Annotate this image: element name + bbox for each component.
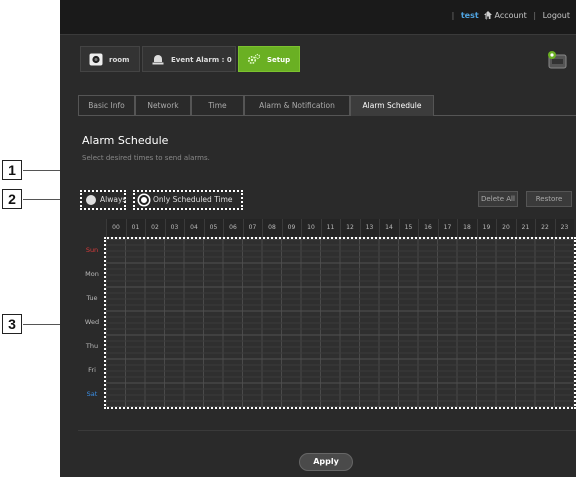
- callout-1: 1: [2, 160, 22, 180]
- hour-label: 21: [515, 219, 535, 237]
- always-label: Always: [100, 195, 127, 204]
- hour-label: 23: [554, 219, 574, 237]
- schedule-grid: 00 01 02 03 04 05 06 07 08 09 10 11 12 13 14 15 16 17 18 19…: [78, 219, 576, 409]
- day-label-tue: Tue: [86, 294, 98, 302]
- settings-tabs: Basic Info Network Time Alarm & Notifica…: [78, 95, 576, 116]
- hour-label: 11: [320, 219, 340, 237]
- tab-alarm-notification[interactable]: Alarm & Notification: [244, 95, 350, 115]
- hour-label: 01: [125, 219, 145, 237]
- gear-icon: [247, 53, 261, 65]
- day-label-wed: Wed: [84, 318, 100, 326]
- only-scheduled-radio-circle: [139, 195, 149, 205]
- only-scheduled-label: Only Scheduled Time: [153, 195, 233, 204]
- hour-label: 05: [203, 219, 223, 237]
- day-label-sat: Sat: [86, 390, 98, 398]
- top-separator: |: [485, 11, 488, 20]
- brand-logo-icon: [548, 51, 567, 69]
- hour-label: 02: [145, 219, 164, 237]
- always-option-highlight: Always: [80, 190, 126, 210]
- hour-label: 10: [301, 219, 320, 237]
- top-separator: |: [533, 11, 537, 20]
- setup-label: Setup: [267, 56, 291, 64]
- hour-label: 08: [262, 219, 281, 237]
- apply-button[interactable]: Apply: [299, 453, 353, 471]
- tab-basic-info[interactable]: Basic Info: [78, 95, 135, 115]
- hour-label: 06: [223, 219, 242, 237]
- hour-label: 12: [340, 219, 359, 237]
- day-label-mon: Mon: [85, 270, 99, 278]
- footer-divider: [78, 430, 576, 431]
- day-label-sun: Sun: [85, 246, 99, 254]
- hour-label: 09: [281, 219, 301, 237]
- setup-button[interactable]: Setup: [238, 46, 300, 72]
- tab-alarm-schedule[interactable]: Alarm Schedule: [350, 95, 434, 116]
- hour-label: 13: [359, 219, 379, 237]
- camera-bar: room Event Alarm : 0 Setup: [74, 46, 574, 74]
- hour-label: 04: [184, 219, 203, 237]
- tab-network[interactable]: Network: [135, 95, 191, 115]
- hour-label: 14: [379, 219, 398, 237]
- hour-label: 16: [418, 219, 437, 237]
- hour-label: 17: [437, 219, 457, 237]
- account-link[interactable]: Account: [495, 11, 527, 20]
- day-label-fri: Fri: [88, 366, 96, 374]
- restore-button[interactable]: Restore: [526, 191, 572, 207]
- alarm-bell-icon: [152, 55, 164, 65]
- hour-label: 19: [476, 219, 496, 237]
- hour-label: 18: [457, 219, 476, 237]
- only-scheduled-radio[interactable]: Only Scheduled Time: [135, 192, 259, 212]
- callout-3: 3: [2, 314, 22, 334]
- hour-label: 07: [242, 219, 262, 237]
- hour-label: 15: [398, 219, 418, 237]
- hour-label: 03: [164, 219, 184, 237]
- user-link[interactable]: test: [461, 11, 479, 20]
- delete-all-button[interactable]: Delete All: [478, 191, 518, 207]
- hour-header-row: 00 01 02 03 04 05 06 07 08 09 10 11 12 13 14 15 16 17 18 19…: [106, 219, 574, 238]
- page-subtitle: Select desired times to send alarms.: [82, 154, 210, 162]
- scheduled-option-highlight: Only Scheduled Time: [133, 190, 243, 210]
- top-separator: |: [451, 11, 455, 20]
- logout-link[interactable]: Logout: [543, 11, 570, 20]
- always-radio-circle: [86, 195, 96, 205]
- event-alarm-label: Event Alarm : 0: [171, 56, 232, 64]
- day-label-thu: Thu: [85, 342, 99, 350]
- schedule-grid-highlight: [104, 237, 576, 409]
- hour-label: 22: [535, 219, 554, 237]
- page-title: Alarm Schedule: [82, 134, 169, 147]
- app-window: | test | Account | Logout room Event Ala…: [60, 0, 576, 477]
- camera-icon: [89, 53, 103, 66]
- event-alarm-button[interactable]: Event Alarm : 0: [142, 46, 236, 72]
- top-bar-links: | test | Account | Logout: [448, 11, 570, 20]
- tab-time[interactable]: Time: [191, 95, 244, 115]
- callout-2: 2: [2, 189, 22, 209]
- room-label: room: [109, 56, 130, 64]
- hour-label: 20: [496, 219, 515, 237]
- top-bar: | test | Account | Logout: [60, 0, 576, 35]
- hour-label: 00: [106, 219, 125, 237]
- room-button[interactable]: room: [80, 46, 140, 72]
